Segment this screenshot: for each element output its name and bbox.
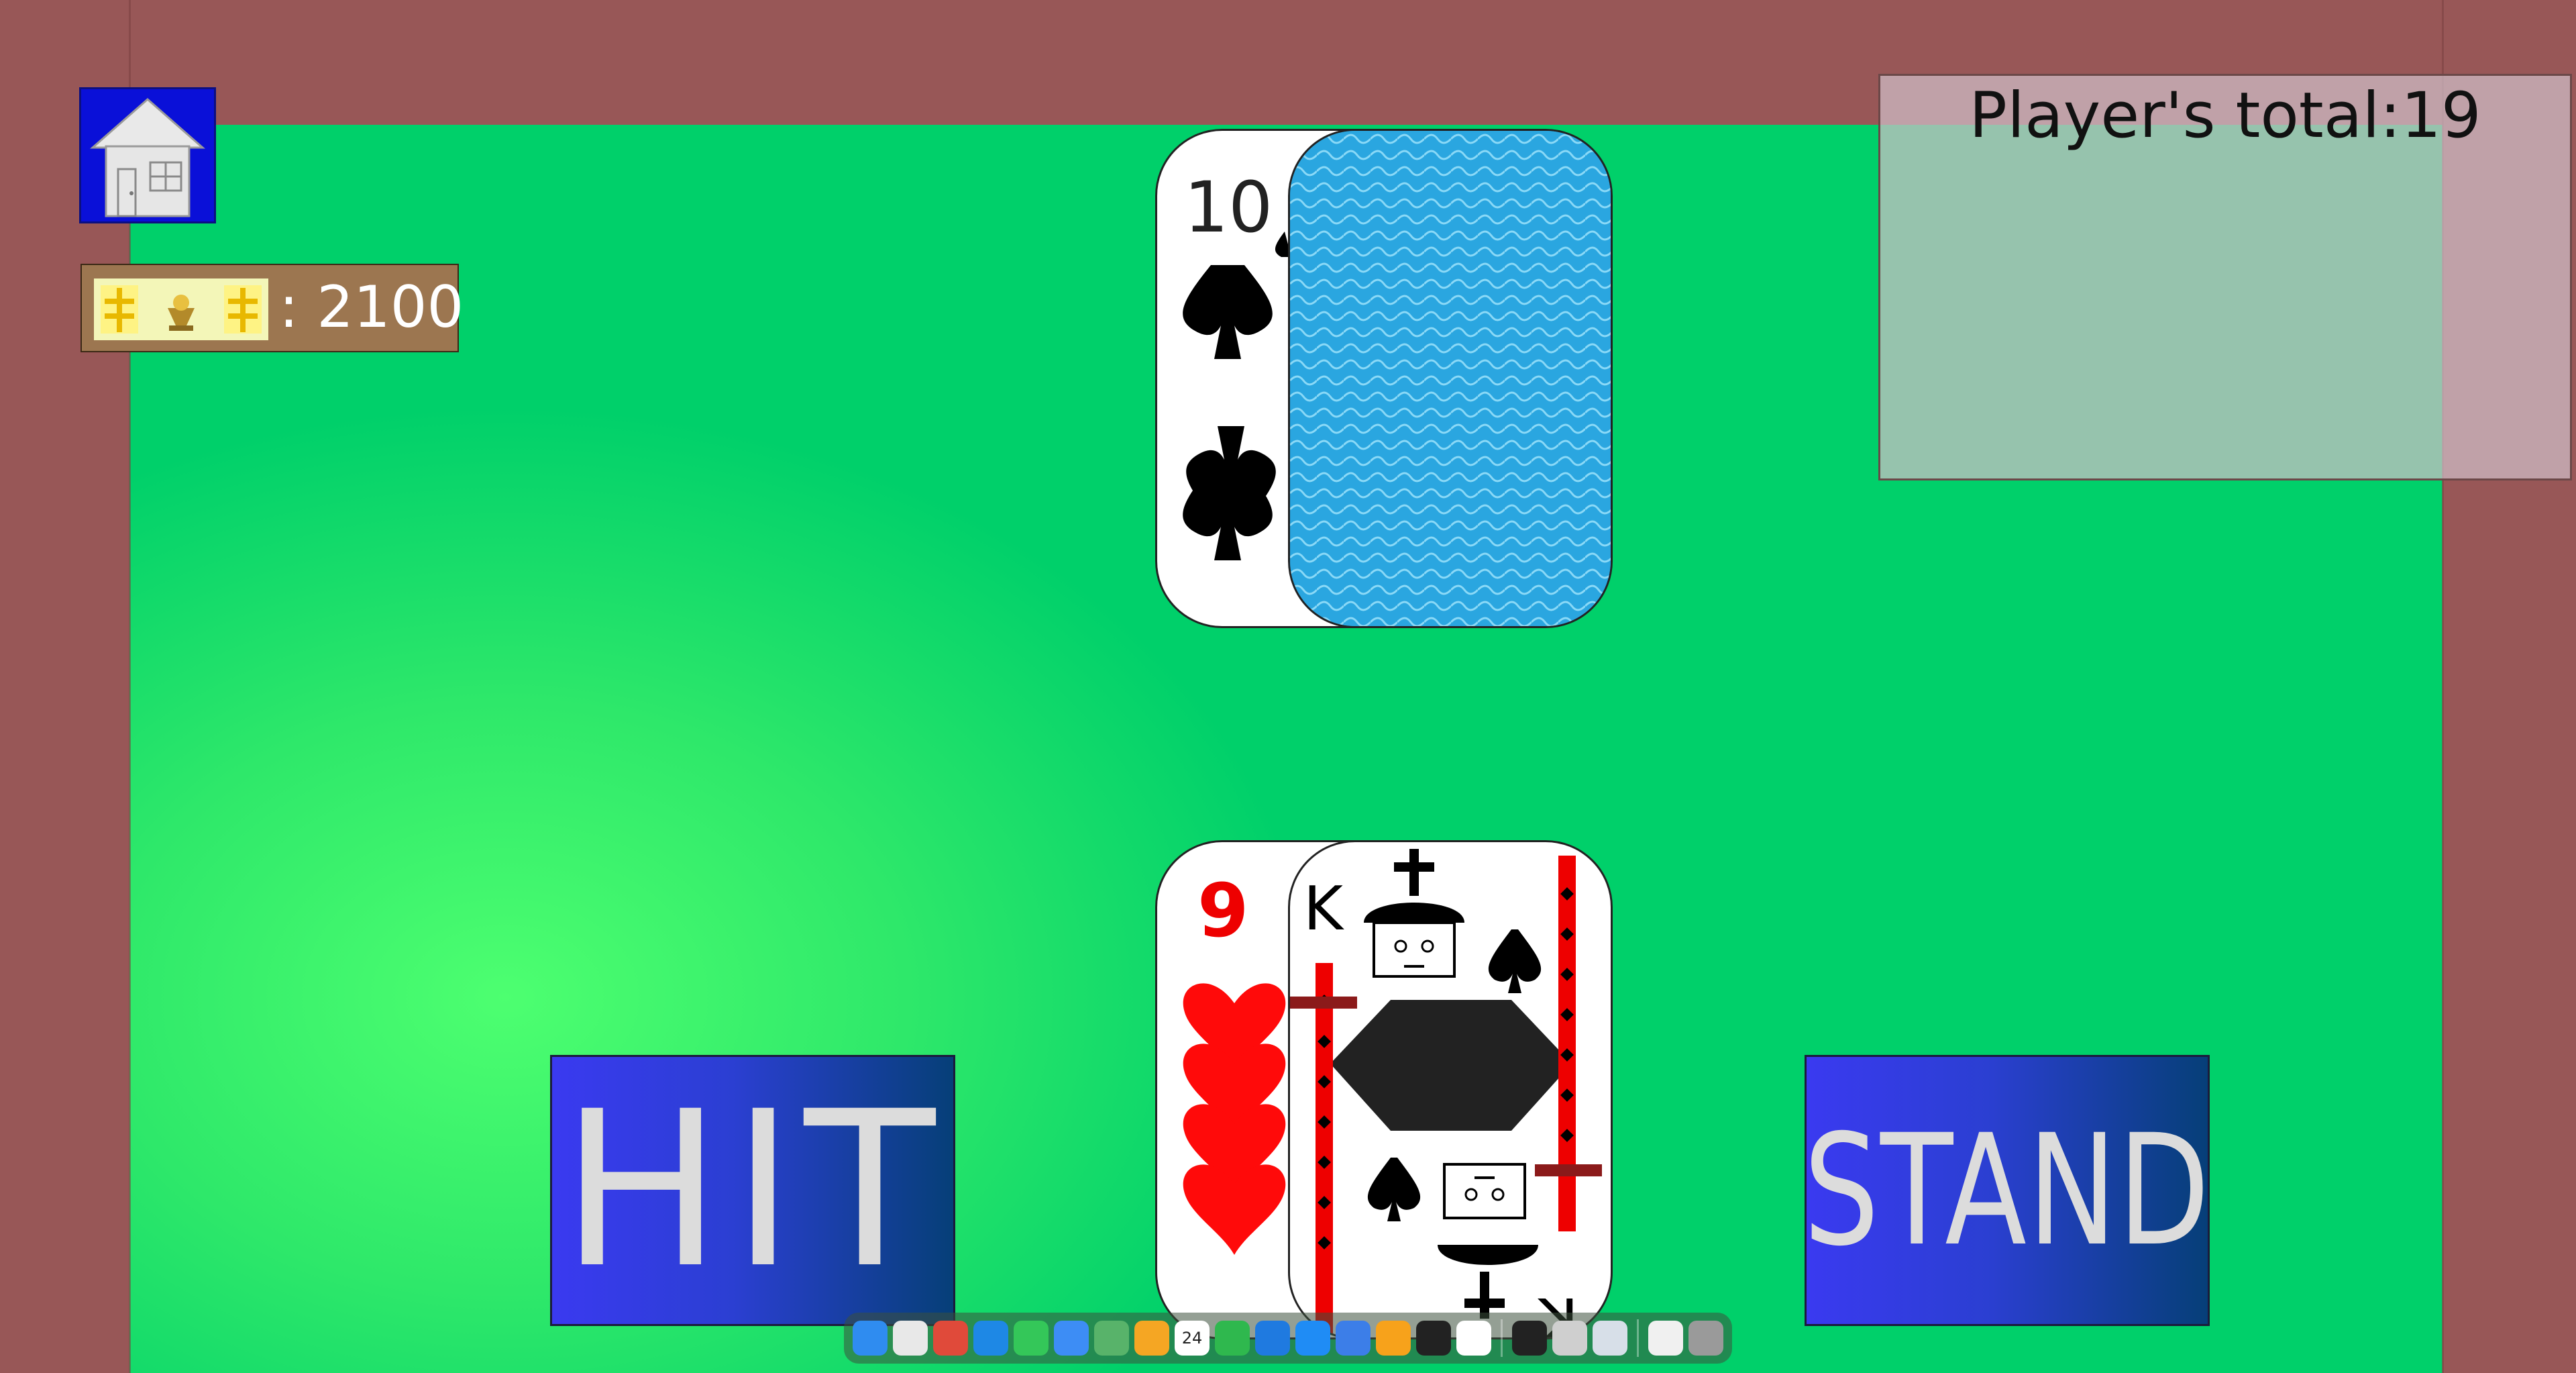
document-icon[interactable] [1648,1321,1683,1356]
trash-icon[interactable] [1688,1321,1723,1356]
maps-icon[interactable] [1094,1321,1129,1356]
card-back-pattern [1290,131,1611,626]
dealer-card-face-down [1288,129,1613,628]
app-store-icon[interactable] [1295,1321,1330,1356]
hit-button-label: HIT [560,1066,945,1315]
xcode-icon[interactable] [1336,1321,1371,1356]
dock-separator [1501,1319,1503,1357]
svg-text:K: K [1303,874,1344,944]
coin-amount: : 2100 [279,274,464,341]
webex-icon[interactable] [1456,1321,1491,1356]
coin-icon [94,278,268,340]
script-editor-icon[interactable] [1552,1321,1587,1356]
home-icon [90,98,205,217]
messages-icon[interactable] [1014,1321,1049,1356]
photos-icon[interactable] [1134,1321,1169,1356]
coin-balance: : 2100 [80,264,464,352]
home-button[interactable] [79,87,216,223]
dock: 24 [844,1313,1732,1364]
svg-text:10: 10 [1184,166,1273,248]
score-panel: Player's total:19 [1878,74,2572,480]
launchpad-icon[interactable] [893,1321,928,1356]
calendar-icon[interactable]: 24 [1175,1321,1210,1356]
stand-button[interactable]: STAND [1805,1055,2210,1326]
svg-text:9: 9 [1197,868,1249,954]
finder-icon[interactable] [853,1321,888,1356]
chatgpt-icon[interactable] [1416,1321,1451,1356]
pages-icon[interactable] [1376,1321,1411,1356]
dock-separator [1637,1319,1639,1357]
stand-button-label: STAND [1805,1101,2210,1280]
player-total: Player's total:19 [1969,79,2481,152]
safari-icon[interactable] [973,1321,1008,1356]
numbers-icon[interactable] [1215,1321,1250,1356]
chrome-icon[interactable] [933,1321,968,1356]
player-card-king-spades: K K [1288,840,1613,1339]
keynote-icon[interactable] [1255,1321,1290,1356]
hit-button[interactable]: HIT [550,1055,955,1326]
terminal-icon[interactable] [1512,1321,1547,1356]
preview-icon[interactable] [1593,1321,1627,1356]
mail-icon[interactable] [1054,1321,1089,1356]
